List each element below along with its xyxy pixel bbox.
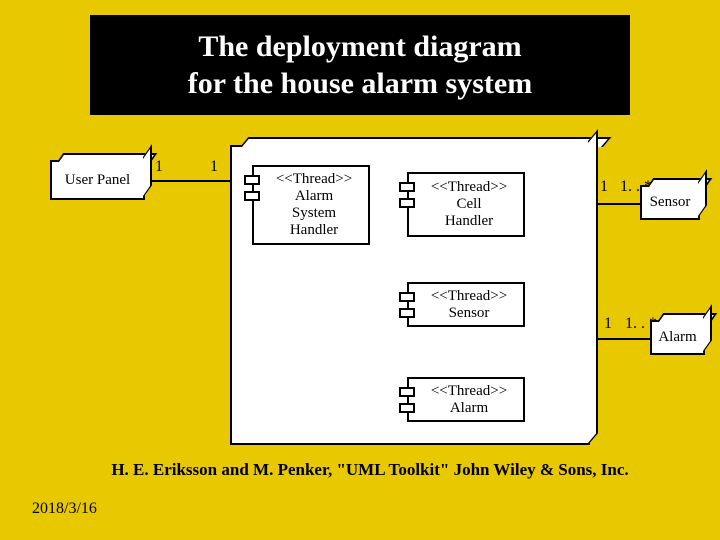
stereotype: <<Thread>> [431,383,507,400]
association-userpanel-main [145,180,230,182]
comp-line: Alarm [295,188,333,205]
stereotype: <<Thread>> [431,288,507,305]
component-alarm: <<Thread>> Alarm [407,377,525,422]
component-tab-icon [399,182,415,192]
node-alarm: Alarm [650,320,705,355]
component-tab-icon [399,308,415,318]
node-alarm-label: Alarm [658,329,696,346]
comp-line: Sensor [449,305,490,322]
node-sensor-label: Sensor [650,194,691,211]
mult-main-right-top: 1 [600,178,608,196]
title-line-1: The deployment diagram [198,30,521,63]
node-main: <<Thread>> Alarm System Handler <<Thread… [230,145,590,445]
mult-userpanel: 1 [155,158,163,176]
comp-line: Handler [290,222,338,239]
comp-line: Cell [457,196,482,213]
date-label: 2018/3/16 [32,500,97,518]
mult-main-left: 1 [210,158,218,176]
component-cell-handler: <<Thread>> Cell Handler [407,172,525,237]
mult-main-right-bottom: 1 [604,315,612,333]
slide: The deployment diagram for the house ala… [0,0,720,540]
title-line-2: for the house alarm system [188,67,532,100]
component-tab-icon [244,175,260,185]
comp-line: System [292,205,336,222]
comp-line: Handler [445,213,493,230]
component-tab-icon [399,198,415,208]
component-tab-icon [399,292,415,302]
component-tab-icon [399,387,415,397]
slide-title: The deployment diagram for the house ala… [188,28,532,103]
component-tab-icon [244,191,260,201]
node-user-panel-label: User Panel [65,172,130,189]
title-band: The deployment diagram for the house ala… [90,15,630,115]
association-main-alarm [590,338,650,340]
diagram-canvas: 1 1 1 1. . * 1 1. . * User Panel Sensor … [0,130,720,495]
stereotype: <<Thread>> [276,171,352,188]
node-user-panel: User Panel [50,160,145,200]
citation: H. E. Eriksson and M. Penker, "UML Toolk… [60,460,680,480]
node-sensor: Sensor [640,185,700,220]
component-sensor: <<Thread>> Sensor [407,282,525,327]
component-tab-icon [399,403,415,413]
stereotype: <<Thread>> [431,179,507,196]
comp-line: Alarm [450,400,488,417]
component-alarm-system-handler: <<Thread>> Alarm System Handler [252,165,370,245]
